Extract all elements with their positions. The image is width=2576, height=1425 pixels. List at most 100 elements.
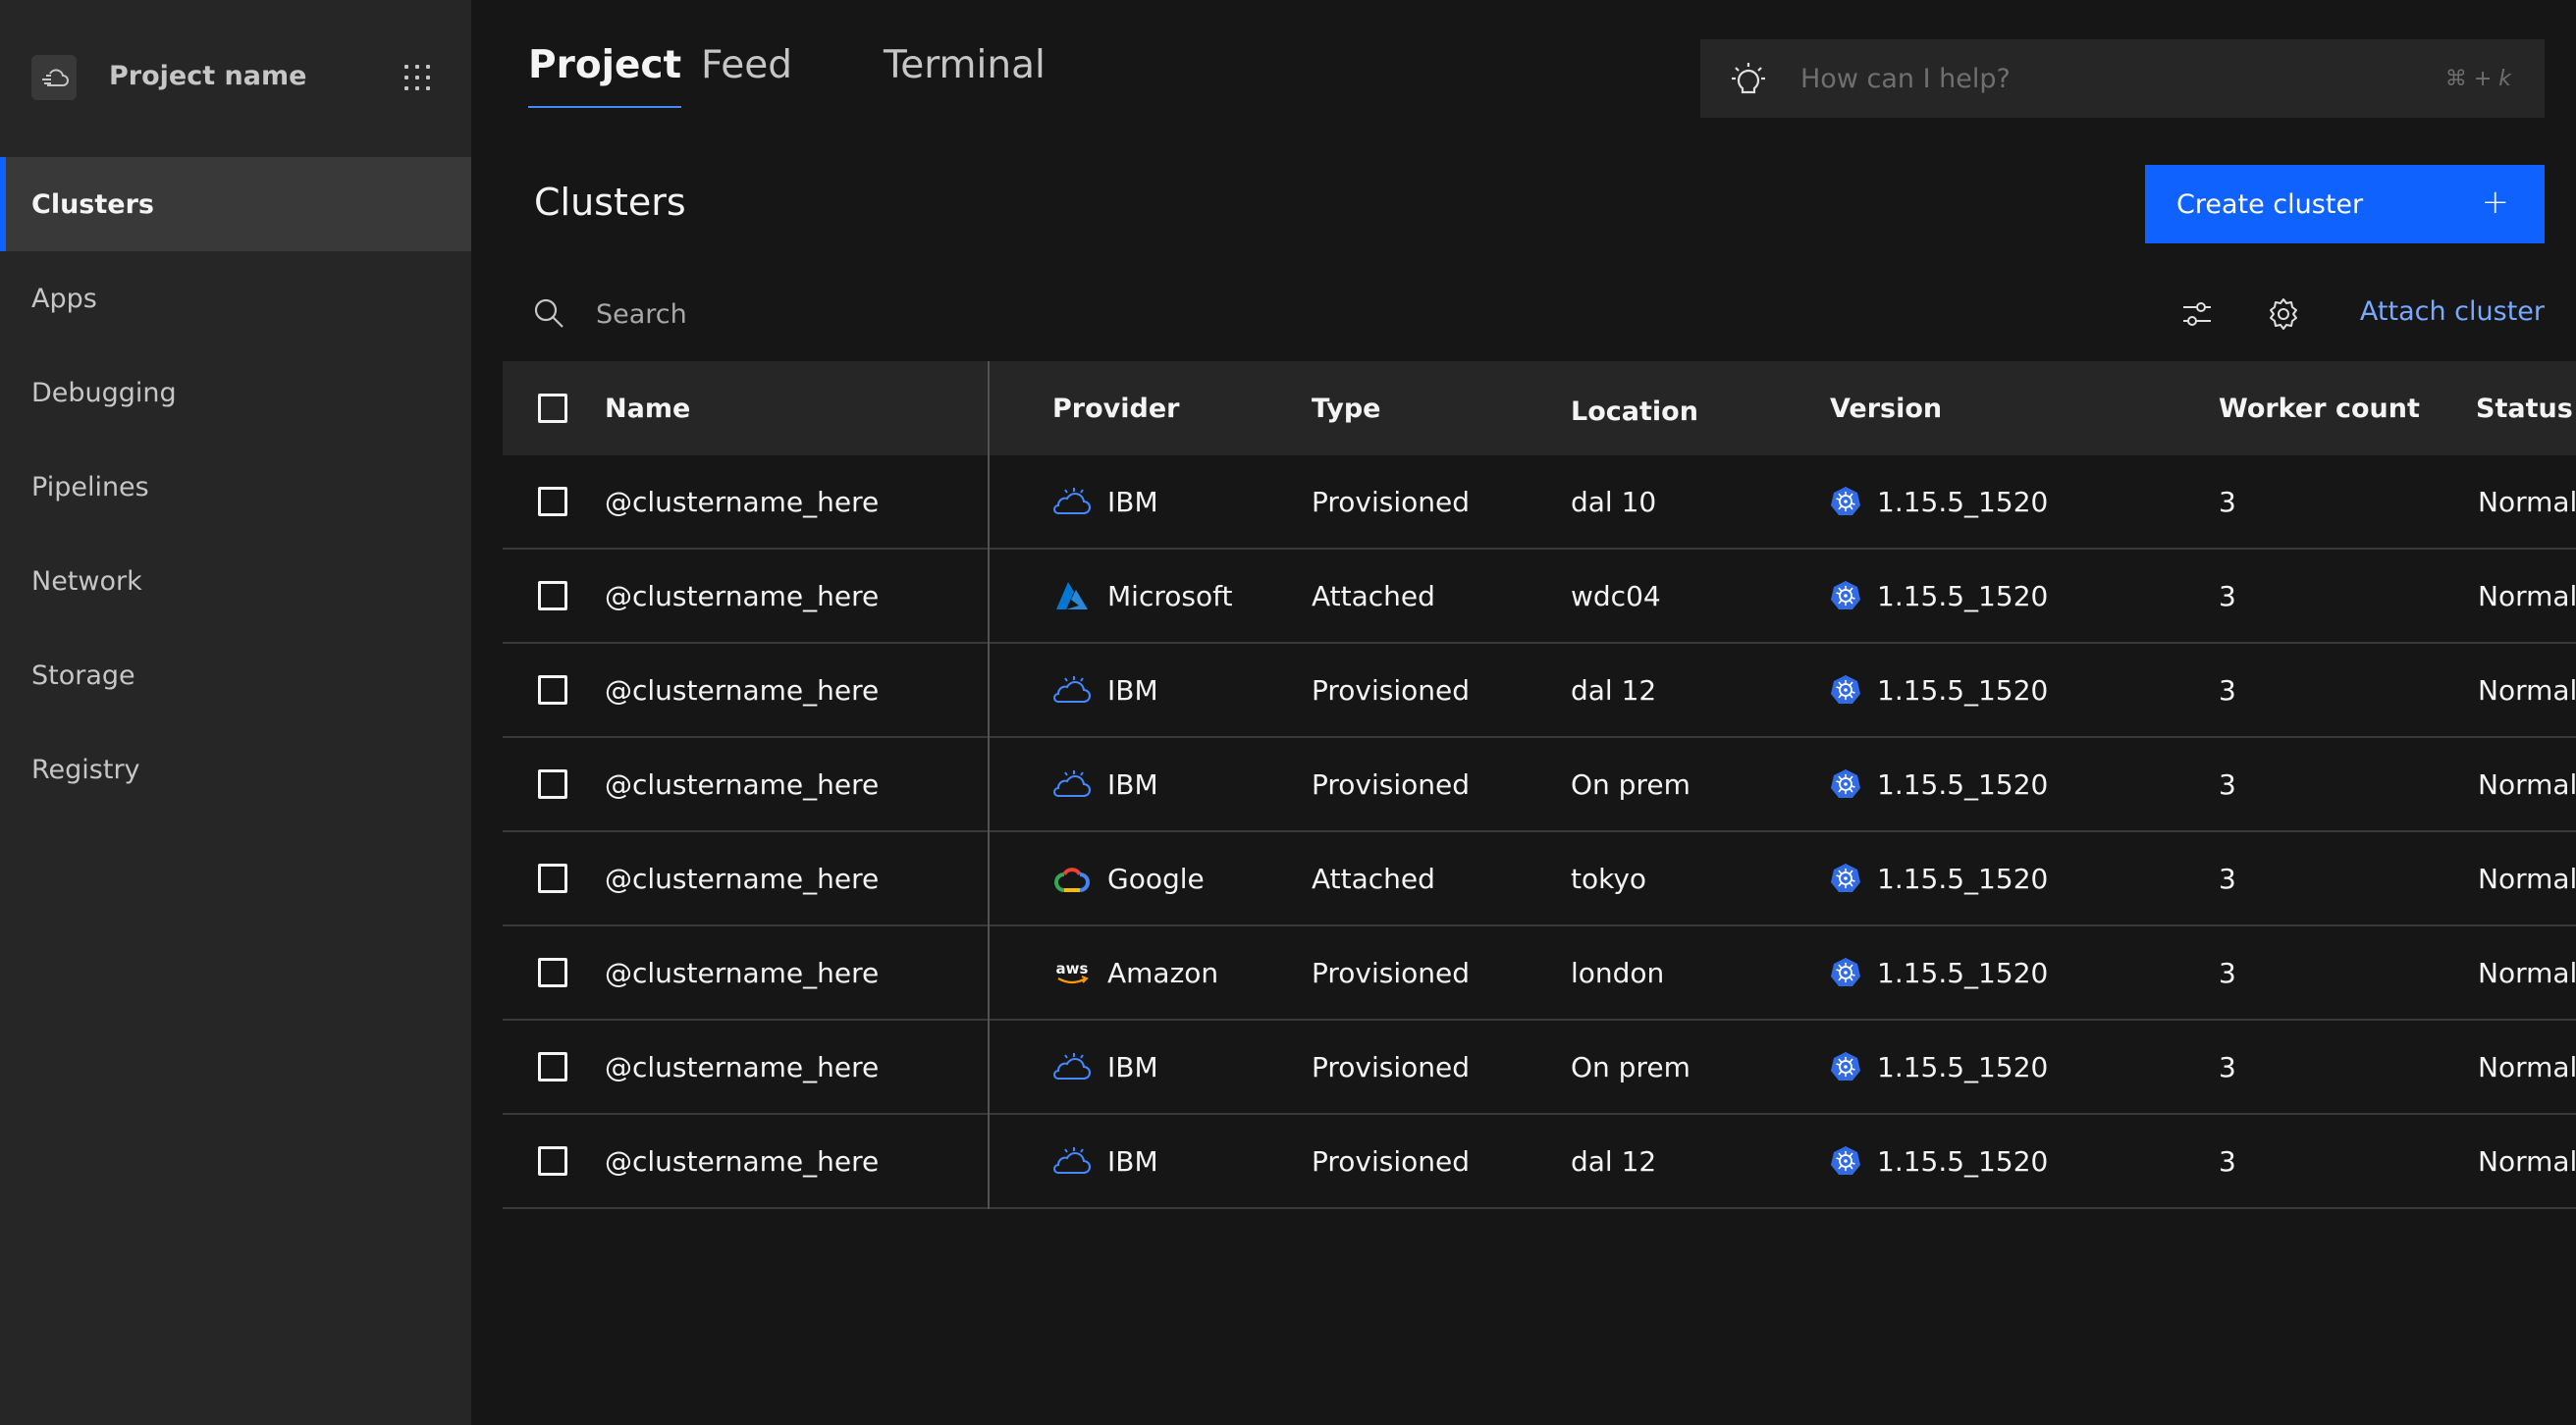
cluster-type: Provisioned xyxy=(1312,956,1471,989)
column-header-worker-count[interactable]: Worker count xyxy=(2219,361,2420,455)
column-header-version[interactable]: Version xyxy=(1830,361,1942,455)
column-header-name[interactable]: Name xyxy=(605,361,690,455)
cloud-logo-icon[interactable] xyxy=(31,55,77,100)
sidebar-nav: Clusters Apps Debugging Pipelines Networ… xyxy=(0,157,471,817)
table-row[interactable]: @clustername_here IBM Provisioned dal 12 1.1… xyxy=(503,644,2576,738)
create-cluster-button[interactable]: Create cluster + xyxy=(2145,165,2545,243)
row-checkbox[interactable] xyxy=(538,1052,567,1082)
search-icon xyxy=(534,298,564,328)
keyboard-shortcut: ⌘ + k xyxy=(2444,67,2511,91)
aws-icon: aws xyxy=(1052,956,1092,989)
column-header-status[interactable]: Status xyxy=(2476,361,2573,455)
cluster-version: 1.15.5_1520 xyxy=(1877,767,2049,801)
cluster-type: Attached xyxy=(1312,862,1435,895)
ibm-cloud-icon xyxy=(1052,673,1092,707)
filter-settings-icon[interactable] xyxy=(2179,296,2215,332)
version-cell: 1.15.5_1520 xyxy=(1830,926,2048,1019)
version-cell: 1.15.5_1520 xyxy=(1830,455,2048,548)
row-checkbox[interactable] xyxy=(538,487,567,516)
assistant-input[interactable] xyxy=(1800,59,2389,98)
row-checkbox[interactable] xyxy=(538,1146,567,1176)
sidebar-item-registry[interactable]: Registry xyxy=(0,722,471,817)
cluster-name[interactable]: @clustername_here xyxy=(605,1115,879,1207)
cluster-name[interactable]: @clustername_here xyxy=(605,550,879,642)
cluster-location: dal 10 xyxy=(1571,485,1657,518)
create-cluster-label: Create cluster xyxy=(2176,188,2364,220)
cluster-name[interactable]: @clustername_here xyxy=(605,1021,879,1113)
table-row[interactable]: @clustername_here Google Attached tokyo 1.15… xyxy=(503,832,2576,926)
kubernetes-icon xyxy=(1831,1052,1860,1081)
cluster-location: london xyxy=(1571,956,1665,989)
ibm-cloud-icon xyxy=(1052,767,1092,801)
cluster-name[interactable]: @clustername_here xyxy=(605,926,879,1019)
plus-icon: + xyxy=(2481,183,2510,222)
provider-name: IBM xyxy=(1107,673,1158,707)
cluster-status: Normal xyxy=(2478,1144,2576,1178)
version-cell: 1.15.5_1520 xyxy=(1830,550,2048,642)
cluster-version: 1.15.5_1520 xyxy=(1877,485,2049,518)
worker-count: 3 xyxy=(2219,1144,2236,1178)
table-row[interactable]: @clustername_here Microsoft Attached wdc04 1… xyxy=(503,550,2576,644)
tab-project[interactable]: Project xyxy=(528,43,682,108)
table-row[interactable]: @clustername_here IBM Provisioned On prem 1.… xyxy=(503,738,2576,832)
kubernetes-icon xyxy=(1831,675,1860,704)
kubernetes-icon xyxy=(1831,487,1860,515)
table-row[interactable]: @clustername_here IBM Provisioned dal 12 1.1… xyxy=(503,1115,2576,1209)
cluster-version: 1.15.5_1520 xyxy=(1877,579,2049,612)
version-cell: 1.15.5_1520 xyxy=(1830,1115,2048,1207)
row-checkbox[interactable] xyxy=(538,675,567,705)
column-header-type[interactable]: Type xyxy=(1312,361,1380,455)
provider-cell: IBM xyxy=(1052,455,1158,548)
provider-cell: Microsoft xyxy=(1052,550,1232,642)
provider-name: IBM xyxy=(1107,1144,1158,1178)
column-header-location[interactable]: Location xyxy=(1571,361,1698,455)
search-input[interactable] xyxy=(596,294,1479,334)
table-row[interactable]: @clustername_here IBM Provisioned dal 10 1.1… xyxy=(503,455,2576,550)
cluster-location: tokyo xyxy=(1571,862,1647,895)
project-name[interactable]: Project name xyxy=(109,61,306,91)
app-switcher-icon[interactable] xyxy=(404,65,436,96)
table-row[interactable]: @clustername_here aws Amazon Provisioned lon… xyxy=(503,926,2576,1021)
sidebar-item-pipelines[interactable]: Pipelines xyxy=(0,440,471,534)
sidebar-item-storage[interactable]: Storage xyxy=(0,628,471,722)
kubernetes-icon xyxy=(1831,958,1860,986)
row-checkbox[interactable] xyxy=(538,958,567,987)
cluster-name[interactable]: @clustername_here xyxy=(605,455,879,548)
row-checkbox[interactable] xyxy=(538,864,567,893)
column-divider xyxy=(988,361,990,1209)
cluster-location: dal 12 xyxy=(1571,673,1657,707)
cluster-location: On prem xyxy=(1571,767,1690,801)
provider-cell: IBM xyxy=(1052,1021,1158,1113)
sidebar-item-clusters[interactable]: Clusters xyxy=(0,157,471,251)
kubernetes-icon xyxy=(1831,864,1860,892)
worker-count: 3 xyxy=(2219,862,2236,895)
provider-name: Microsoft xyxy=(1107,579,1233,612)
row-checkbox[interactable] xyxy=(538,581,567,610)
tab-feed[interactable]: Feed xyxy=(701,43,792,87)
column-header-provider[interactable]: Provider xyxy=(1052,361,1179,455)
cluster-name[interactable]: @clustername_here xyxy=(605,738,879,830)
gear-icon[interactable] xyxy=(2266,296,2301,332)
cluster-status: Normal xyxy=(2478,862,2576,895)
cluster-type: Provisioned xyxy=(1312,1050,1471,1083)
version-cell: 1.15.5_1520 xyxy=(1830,832,2048,924)
cluster-status: Normal xyxy=(2478,485,2576,518)
select-all-checkbox[interactable] xyxy=(538,394,567,423)
ibm-cloud-icon xyxy=(1052,1050,1092,1083)
sidebar-item-apps[interactable]: Apps xyxy=(0,251,471,345)
table-row[interactable]: @clustername_here IBM Provisioned On prem 1.… xyxy=(503,1021,2576,1115)
cluster-type: Attached xyxy=(1312,579,1435,612)
provider-name: IBM xyxy=(1107,767,1158,801)
sidebar-item-network[interactable]: Network xyxy=(0,534,471,628)
cluster-type: Provisioned xyxy=(1312,485,1471,518)
tab-terminal[interactable]: Terminal xyxy=(884,43,1046,87)
cluster-version: 1.15.5_1520 xyxy=(1877,1144,2049,1178)
attach-cluster-link[interactable]: Attach cluster xyxy=(2360,296,2545,327)
cluster-status: Normal xyxy=(2478,1050,2576,1083)
row-checkbox[interactable] xyxy=(538,769,567,799)
lightbulb-icon xyxy=(1732,63,1765,94)
table-body: @clustername_here IBM Provisioned dal 10 1.1… xyxy=(503,455,2576,1209)
sidebar-item-debugging[interactable]: Debugging xyxy=(0,345,471,440)
cluster-name[interactable]: @clustername_here xyxy=(605,832,879,924)
cluster-name[interactable]: @clustername_here xyxy=(605,644,879,736)
